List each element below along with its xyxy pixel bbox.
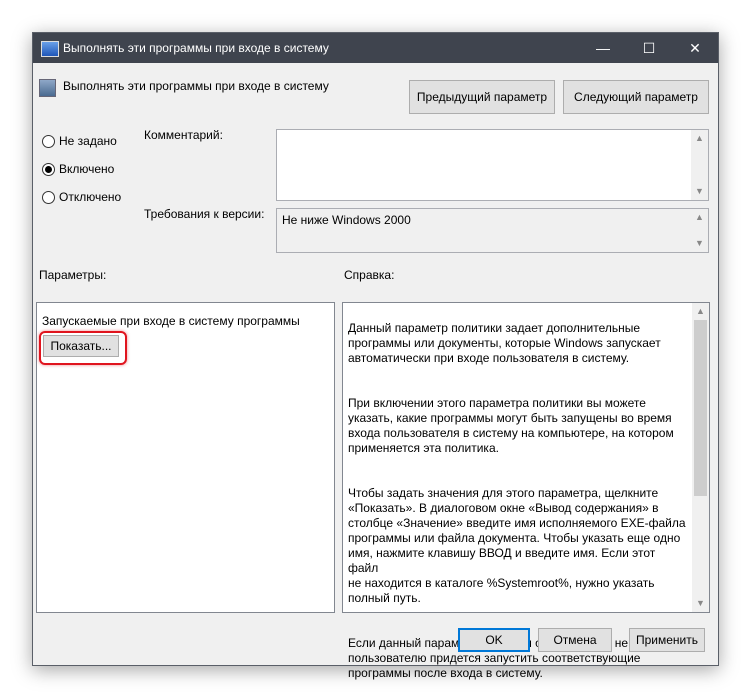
scroll-down-icon[interactable]: ▼ xyxy=(691,183,708,200)
help-paragraph: При включении этого параметра политики в… xyxy=(348,396,674,455)
policy-setting-icon xyxy=(39,79,56,97)
next-setting-button[interactable]: Следующий параметр xyxy=(563,80,709,114)
version-value: Не ниже Windows 2000 xyxy=(282,213,411,227)
title-bar: Выполнять эти программы при входе в сист… xyxy=(33,33,718,63)
scrollbar-thumb[interactable] xyxy=(694,320,707,496)
version-field: Не ниже Windows 2000 ▲ ▼ xyxy=(276,208,709,253)
scroll-up-icon[interactable]: ▲ xyxy=(691,209,708,226)
policy-app-icon xyxy=(41,41,59,57)
radio-enabled[interactable] xyxy=(42,163,55,176)
params-item-label: Запускаемые при входе в систему программ… xyxy=(42,314,300,328)
apply-button[interactable]: Применить xyxy=(629,628,705,652)
help-scrollbar[interactable]: ▲ ▼ xyxy=(692,303,709,612)
policy-name: Выполнять эти программы при входе в сист… xyxy=(63,79,329,93)
radio-label-disabled[interactable]: Отключено xyxy=(59,190,121,204)
cancel-button[interactable]: Отмена xyxy=(538,628,612,652)
version-scrollbar[interactable]: ▲ ▼ xyxy=(691,209,708,252)
help-label: Справка: xyxy=(344,268,395,282)
scroll-up-icon[interactable]: ▲ xyxy=(692,303,709,320)
radio-label-enabled[interactable]: Включено xyxy=(59,162,114,176)
comment-label: Комментарий: xyxy=(144,128,223,142)
policy-dialog: Выполнять эти программы при входе в сист… xyxy=(32,32,719,680)
radio-label-not-configured[interactable]: Не задано xyxy=(59,134,117,148)
help-panel: Данный параметр политики задает дополнит… xyxy=(342,302,710,680)
scroll-down-icon[interactable]: ▼ xyxy=(691,235,708,252)
version-label: Требования к версии: xyxy=(144,207,265,221)
close-button[interactable]: ✕ xyxy=(672,33,718,63)
params-label: Параметры: xyxy=(39,268,107,282)
maximize-button[interactable]: ☐ xyxy=(626,33,672,63)
help-paragraph: Данный параметр политики задает дополнит… xyxy=(348,321,661,365)
scroll-down-icon[interactable]: ▼ xyxy=(692,595,709,612)
minimize-button[interactable]: — xyxy=(580,33,626,63)
previous-setting-button[interactable]: Предыдущий параметр xyxy=(409,80,555,114)
help-paragraph: Чтобы задать значения для этого параметр… xyxy=(348,486,686,605)
params-panel: Запускаемые при входе в систему программ… xyxy=(36,302,335,613)
comment-scrollbar[interactable]: ▲ ▼ xyxy=(691,130,708,200)
window-title: Выполнять эти программы при входе в сист… xyxy=(63,41,329,55)
scroll-up-icon[interactable]: ▲ xyxy=(691,130,708,147)
radio-not-configured[interactable] xyxy=(42,135,55,148)
radio-disabled[interactable] xyxy=(42,191,55,204)
show-button[interactable]: Показать... xyxy=(43,335,119,357)
comment-field[interactable]: ▲ ▼ xyxy=(276,129,709,201)
ok-button[interactable]: OK xyxy=(458,628,530,652)
